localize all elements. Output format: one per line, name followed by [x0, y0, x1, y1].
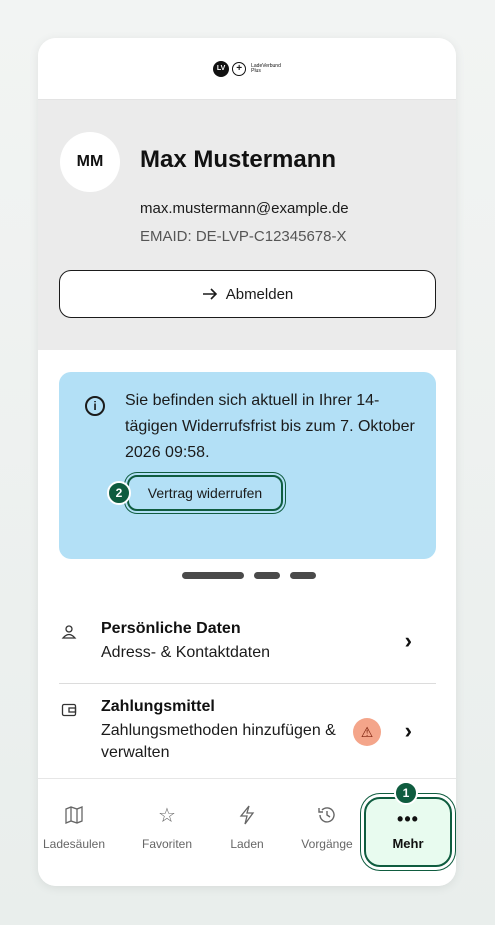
menu-subtitle: Zahlungsmethoden hinzufügen & verwalten	[101, 722, 336, 761]
wallet-icon	[61, 702, 77, 721]
profile-section: MM Max Mustermann max.mustermann@example…	[38, 100, 456, 350]
app-logo: LV + LadeVerbund Plus	[213, 60, 281, 77]
logo-text: LadeVerbund Plus	[251, 62, 281, 74]
withdrawal-info-card: i Sie befinden sich aktuell in Ihrer 14-…	[59, 372, 436, 559]
person-icon	[61, 624, 77, 643]
chevron-right-icon: ›	[404, 628, 412, 653]
carousel-indicator	[182, 572, 316, 579]
menu-title: Persönliche Daten	[101, 620, 241, 637]
tab-label: Vorgänge	[301, 837, 353, 851]
bottom-tab-bar: Ladesäulen ☆ Favoriten Laden Vorgänge ••…	[38, 778, 456, 886]
step-badge: 1	[394, 781, 418, 805]
tab-label: Favoriten	[141, 837, 193, 851]
user-name: Max Mustermann	[140, 146, 337, 173]
tab-laden[interactable]: Laden	[211, 805, 283, 851]
tab-label: Ladesäulen	[42, 837, 106, 851]
star-icon: ☆	[158, 805, 176, 827]
tab-vorgaenge[interactable]: Vorgänge	[291, 805, 363, 851]
page-dot[interactable]	[254, 572, 280, 579]
user-emaid: EMAID: DE-LVP-C12345678-X	[140, 228, 347, 245]
menu-title: Zahlungsmittel	[101, 698, 215, 715]
more-icon: •••	[397, 808, 419, 829]
tab-favoriten[interactable]: ☆ Favoriten	[131, 805, 203, 851]
menu-subtitle: Adress- & Kontaktdaten	[101, 644, 270, 661]
tab-ladesaeulen[interactable]: Ladesäulen	[38, 805, 110, 851]
tab-label: Mehr	[392, 835, 424, 851]
map-icon	[64, 805, 84, 827]
avatar: MM	[60, 132, 120, 192]
menu-item-payment[interactable]: Zahlungsmittel Zahlungsmethoden hinzufüg…	[59, 698, 436, 774]
lightning-icon	[237, 805, 257, 827]
history-icon	[317, 805, 337, 827]
logout-button[interactable]: Abmelden	[59, 270, 436, 318]
warning-icon: ⚠	[353, 718, 381, 746]
revoke-contract-button[interactable]: Vertrag widerrufen	[127, 475, 283, 511]
withdrawal-info-text: Sie befinden sich aktuell in Ihrer 14-tä…	[125, 392, 415, 461]
page-dot[interactable]	[290, 572, 316, 579]
logo-mark: LV	[213, 60, 230, 77]
menu-item-personal-data[interactable]: Persönliche Daten Adress- & Kontaktdaten…	[59, 620, 436, 684]
chevron-right-icon: ›	[404, 718, 412, 743]
page-dot-active[interactable]	[182, 572, 244, 579]
plus-icon: +	[232, 61, 247, 76]
top-bar: LV + LadeVerbund Plus	[38, 38, 456, 100]
logout-label: Abmelden	[225, 285, 294, 303]
info-icon: i	[85, 396, 105, 416]
step-badge: 2	[107, 481, 131, 505]
tab-label: Laden	[230, 837, 264, 851]
arrow-right-icon	[202, 288, 217, 300]
app-screen: LV + LadeVerbund Plus MM Max Mustermann m…	[38, 38, 456, 886]
tab-mehr[interactable]: ••• Mehr	[364, 797, 452, 867]
user-email: max.mustermann@example.de	[140, 200, 349, 217]
